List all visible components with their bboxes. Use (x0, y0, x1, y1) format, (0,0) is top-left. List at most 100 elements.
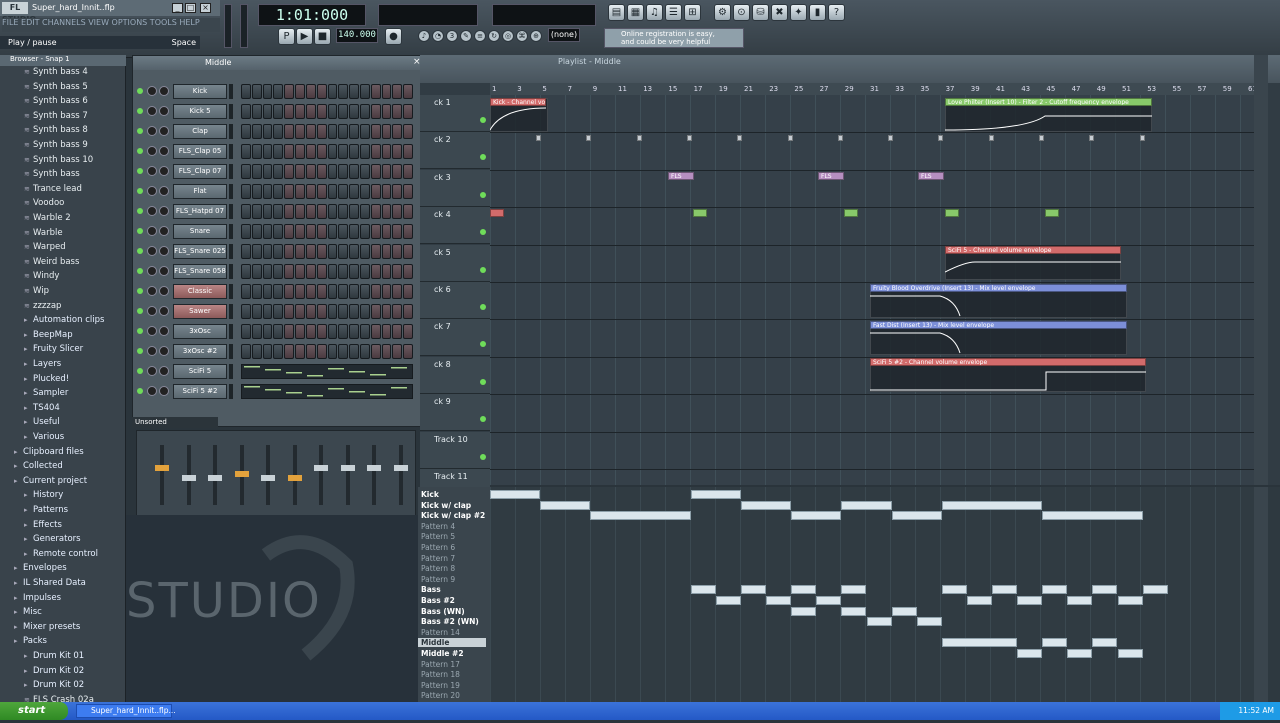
step-button[interactable] (273, 284, 284, 299)
blend-notes-icon[interactable]: ≡ (474, 30, 486, 42)
metronome-icon[interactable]: ♪ (418, 30, 430, 42)
pattern-clip[interactable] (941, 500, 1043, 510)
channel-select-indicator[interactable] (229, 224, 233, 239)
step-button[interactable] (338, 204, 349, 219)
step-button[interactable] (273, 304, 284, 319)
step-button[interactable] (403, 144, 413, 159)
step-button[interactable] (295, 144, 305, 159)
channel-name-button[interactable]: Flat (173, 184, 227, 199)
channel-filter-select[interactable]: Unsorted (132, 417, 218, 428)
step-button[interactable] (359, 204, 370, 219)
pattern-list-item[interactable]: Pattern 18 (421, 670, 460, 679)
step-button[interactable] (338, 164, 349, 179)
piano-roll-preview[interactable] (241, 364, 413, 379)
step-button[interactable] (392, 324, 403, 339)
pattern-list-item[interactable]: Bass (WN) (421, 607, 465, 616)
clip-track2-hit[interactable] (787, 135, 793, 141)
step-button[interactable] (327, 284, 338, 299)
step-button[interactable] (403, 164, 413, 179)
clip-track2-hit[interactable] (1039, 135, 1044, 141)
clip-track4-c[interactable] (945, 209, 959, 217)
step-button[interactable] (370, 284, 381, 299)
pattern-clip[interactable] (1067, 596, 1093, 605)
step-button[interactable] (262, 324, 273, 339)
step-button[interactable] (316, 204, 327, 219)
step-button[interactable] (359, 284, 370, 299)
step-button[interactable] (316, 344, 327, 359)
channel-row[interactable]: FLS_Snare 025 (135, 242, 429, 262)
step-button[interactable] (349, 264, 359, 279)
pattern-list-item[interactable]: Pattern 20 (421, 691, 460, 700)
channel-mute-led[interactable] (137, 368, 143, 374)
pattern-clip[interactable] (490, 490, 541, 499)
step-button[interactable] (284, 304, 295, 319)
step-button[interactable] (262, 164, 273, 179)
step-button[interactable] (392, 124, 403, 139)
pattern-clip[interactable] (540, 500, 591, 510)
track-mute-led[interactable] (480, 341, 486, 348)
mixer-fader[interactable] (367, 465, 381, 471)
step-button[interactable] (273, 264, 284, 279)
step-button[interactable] (381, 304, 392, 319)
step-button[interactable] (392, 264, 403, 279)
step-button[interactable] (273, 144, 284, 159)
step-button[interactable] (403, 284, 413, 299)
step-button[interactable] (370, 344, 381, 359)
browser-item[interactable]: ▸ Misc (14, 607, 42, 621)
master-volume-slider[interactable] (224, 4, 232, 48)
step-button[interactable] (370, 244, 381, 259)
step-button[interactable] (273, 344, 284, 359)
channel-row[interactable]: Snare (135, 222, 429, 242)
pattern-list-item[interactable]: Pattern 5 (421, 532, 455, 541)
step-button[interactable] (241, 224, 251, 239)
tools-icon[interactable]: ✦ (790, 4, 807, 21)
pattern-clip[interactable] (1042, 638, 1068, 648)
channel-mute-led[interactable] (137, 308, 143, 314)
pattern-clip[interactable] (791, 585, 817, 595)
step-button[interactable] (241, 204, 251, 219)
clip-fls-2[interactable]: FLS (818, 172, 844, 180)
browser-item[interactable]: ≋ Warble (24, 228, 63, 242)
pattern-clip[interactable] (590, 511, 691, 521)
step-button[interactable] (284, 84, 295, 99)
step-button[interactable] (241, 284, 251, 299)
channel-name-button[interactable]: Classic (173, 284, 227, 299)
step-button[interactable] (241, 144, 251, 159)
step-button[interactable] (316, 144, 327, 159)
step-button[interactable] (327, 84, 338, 99)
clip-track2-hit[interactable] (1089, 135, 1095, 141)
step-edit-icon[interactable]: ✎ (460, 30, 472, 42)
pattern-clip[interactable] (1117, 649, 1143, 658)
channel-pan-knob[interactable] (147, 166, 157, 176)
step-button[interactable] (251, 324, 262, 339)
channel-pan-knob[interactable] (147, 106, 157, 116)
start-button[interactable]: start (0, 702, 68, 720)
step-button[interactable] (359, 344, 370, 359)
channel-select-indicator[interactable] (229, 344, 233, 359)
pattern-clip[interactable] (1042, 585, 1068, 595)
clip-track4-d[interactable] (1045, 209, 1059, 217)
channel-select-indicator[interactable] (229, 184, 233, 199)
channel-volume-knob[interactable] (159, 346, 169, 356)
step-button[interactable] (251, 204, 262, 219)
step-button[interactable] (338, 224, 349, 239)
channel-volume-knob[interactable] (159, 386, 169, 396)
channel-pan-knob[interactable] (147, 306, 157, 316)
channel-select-indicator[interactable] (229, 264, 233, 279)
step-button[interactable] (392, 284, 403, 299)
step-button[interactable] (403, 264, 413, 279)
step-button[interactable] (381, 104, 392, 119)
browser-item[interactable]: ▸ Useful (24, 417, 60, 431)
step-button[interactable] (262, 244, 273, 259)
browser-item[interactable]: ≋ Synth bass 10 (24, 155, 93, 169)
pattern-list-item[interactable]: Bass #2 (WN) (421, 617, 479, 626)
step-button[interactable] (241, 124, 251, 139)
disk-icon[interactable]: ⛁ (752, 4, 769, 21)
clip-track4-red[interactable] (490, 209, 504, 217)
channel-select-indicator[interactable] (229, 324, 233, 339)
track-mute-led[interactable] (480, 378, 486, 385)
pattern-clip[interactable] (741, 500, 792, 510)
channel-select-indicator[interactable] (229, 124, 233, 139)
pattern-clip[interactable] (690, 585, 716, 595)
channel-pan-knob[interactable] (147, 146, 157, 156)
